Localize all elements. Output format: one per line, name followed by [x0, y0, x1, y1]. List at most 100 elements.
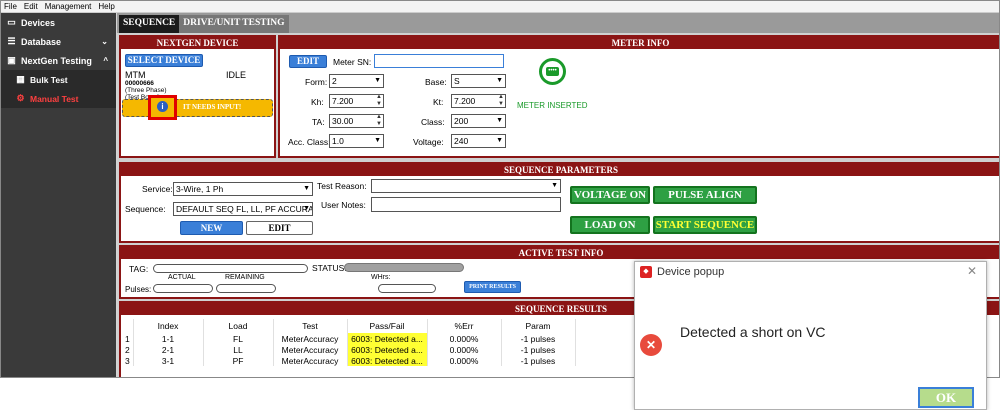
meter-info-panel: METER INFO EDIT Meter SN: Form: 2 ▼ Base:…: [278, 35, 999, 158]
edit-meter-button[interactable]: EDIT: [289, 55, 327, 68]
service-value: 3-Wire, 1 Ph: [176, 184, 224, 194]
edit-sequence-button[interactable]: EDIT: [246, 221, 313, 235]
tab-drive-unit-testing[interactable]: DRIVE/UNIT TESTING: [179, 15, 289, 33]
sidebar-item-database[interactable]: ☰ Database ⌄: [1, 32, 116, 51]
menu-edit[interactable]: Edit: [24, 2, 38, 11]
user-notes-input[interactable]: [371, 197, 561, 212]
cell-param: -1 pulses: [501, 333, 576, 344]
spinner-arrows-icon: ▲ ▼: [376, 114, 382, 127]
meter-sn-input[interactable]: [374, 54, 504, 68]
cell-pass-fail: 6003: Detected a...: [347, 355, 428, 366]
dropdown-arrow-icon: ▼: [303, 205, 310, 212]
cell-pass-fail: 6003: Detected a...: [347, 333, 428, 344]
remaining-label: REMAINING: [225, 274, 265, 281]
sidebar-item-label: Bulk Test: [30, 74, 68, 85]
chevron-down-icon: ⌄: [101, 37, 108, 46]
actual-pulses-field: [153, 284, 213, 293]
actual-label: ACTUAL: [168, 274, 196, 281]
col-load[interactable]: Load: [203, 319, 274, 333]
service-select[interactable]: 3-Wire, 1 Ph ▼: [173, 182, 313, 196]
whrs-label: WHrs:: [371, 274, 391, 281]
dropdown-arrow-icon: ▼: [303, 185, 310, 192]
base-label: Base:: [425, 77, 447, 87]
tab-sequence[interactable]: SEQUENCE: [119, 15, 180, 33]
row-number: 3: [125, 355, 134, 366]
error-icon: ✕: [640, 334, 662, 356]
device-status: IDLE: [226, 70, 247, 80]
dropdown-arrow-icon: ▼: [496, 137, 503, 144]
ok-button[interactable]: OK: [918, 387, 974, 408]
monitor-icon: ▭: [7, 17, 16, 27]
table-row[interactable]: 3 3-1 PF MeterAccuracy 6003: Detected a.…: [125, 355, 576, 366]
sidebar-item-label: Database: [21, 36, 62, 47]
acc-class-value: 1.0: [332, 136, 344, 146]
kt-spinner[interactable]: 7.200 ▲ ▼: [451, 94, 506, 108]
close-icon[interactable]: ✕: [967, 264, 977, 278]
chevron-up-icon: ^: [103, 56, 108, 65]
menu-management[interactable]: Management: [45, 2, 92, 11]
form-select[interactable]: 2 ▼: [329, 74, 384, 88]
col-index[interactable]: Index: [133, 319, 204, 333]
new-sequence-button[interactable]: NEW: [180, 221, 243, 235]
status-field: [344, 263, 464, 272]
database-icon: ☰: [7, 36, 16, 46]
meter-sn-label: Meter SN:: [333, 57, 372, 67]
device-name: MTM: [125, 70, 146, 80]
dropdown-arrow-icon: ▼: [496, 77, 503, 84]
popup-titlebar[interactable]: ◆ Device popup ✕: [635, 262, 986, 282]
sidebar-item-manual-test[interactable]: ⚙ Manual Test: [1, 89, 116, 108]
sidebar-item-devices[interactable]: ▭ Devices: [1, 13, 116, 32]
menu-file[interactable]: File: [4, 2, 17, 11]
voltage-on-button[interactable]: VOLTAGE ON: [570, 186, 650, 204]
active-header: ACTIVE TEST INFO: [121, 247, 999, 259]
col-test[interactable]: Test: [273, 319, 348, 333]
sidebar-item-nextgen-testing[interactable]: ▣ NextGen Testing ^: [1, 51, 116, 70]
base-select[interactable]: S ▼: [451, 74, 506, 88]
cell-test: MeterAccuracy: [273, 355, 348, 366]
needs-input-banner[interactable]: IT NEEDS INPUT!: [122, 99, 273, 117]
class-value: 200: [454, 116, 469, 126]
table-header-row: Index Load Test Pass/Fail %Err Param: [125, 319, 576, 333]
class-select[interactable]: 200 ▼: [451, 114, 506, 128]
sidebar-item-label: NextGen Testing: [21, 55, 92, 66]
menu-help[interactable]: Help: [98, 2, 114, 11]
print-results-button[interactable]: PRINT RESULTS: [464, 281, 521, 293]
pulse-align-button[interactable]: PULSE ALIGN: [653, 186, 757, 204]
info-icon[interactable]: i: [157, 101, 168, 112]
col-param[interactable]: Param: [501, 319, 576, 333]
ta-spinner[interactable]: 30.00 ▲ ▼: [329, 114, 384, 128]
popup-title: Device popup: [657, 266, 725, 278]
kh-label: Kh:: [311, 97, 324, 107]
form-label: Form:: [305, 77, 328, 87]
sidebar-item-bulk-test[interactable]: ▦ Bulk Test: [1, 70, 116, 89]
spinner-arrows-icon: ▲ ▼: [376, 94, 382, 107]
table-row[interactable]: 1 1-1 FL MeterAccuracy 6003: Detected a.…: [125, 333, 576, 344]
kh-spinner[interactable]: 7.200 ▲ ▼: [329, 94, 384, 108]
pulses-label: Pulses:: [125, 285, 152, 294]
cell-index: 2-1: [133, 344, 204, 355]
test-reason-select[interactable]: ▼: [371, 179, 561, 193]
cell-test: MeterAccuracy: [273, 344, 348, 355]
cell-pass-fail: 6003: Detected a...: [347, 344, 428, 355]
remaining-pulses-field: [216, 284, 276, 293]
table-row[interactable]: 2 2-1 LL MeterAccuracy 6003: Detected a.…: [125, 344, 576, 355]
device-serial: 00000666: [125, 80, 154, 87]
cell-err: 0.000%: [427, 355, 502, 366]
sequence-select[interactable]: DEFAULT SEQ FL, LL, PF ACCURA ▼: [173, 202, 313, 216]
app-logo-icon: ◆: [640, 266, 652, 278]
sidebar: ▭ Devices ☰ Database ⌄ ▣ NextGen Testing…: [1, 13, 116, 377]
acc-class-select[interactable]: 1.0 ▼: [329, 134, 384, 148]
acc-class-label: Acc. Class:: [288, 137, 331, 147]
col-pass-fail[interactable]: Pass/Fail: [347, 319, 428, 333]
select-device-button[interactable]: SELECT DEVICE: [125, 54, 203, 67]
start-sequence-button[interactable]: START SEQUENCE: [653, 216, 757, 234]
device-icon: ▣: [7, 55, 16, 65]
sidebar-item-label: Devices: [21, 17, 56, 28]
load-on-button[interactable]: LOAD ON: [570, 216, 650, 234]
voltage-select[interactable]: 240 ▼: [451, 134, 506, 148]
cell-index: 1-1: [133, 333, 204, 344]
results-table: Index Load Test Pass/Fail %Err Param 1 1…: [125, 319, 576, 366]
kh-value: 7.200: [332, 96, 354, 106]
form-value: 2: [332, 76, 337, 86]
col-err[interactable]: %Err: [427, 319, 502, 333]
